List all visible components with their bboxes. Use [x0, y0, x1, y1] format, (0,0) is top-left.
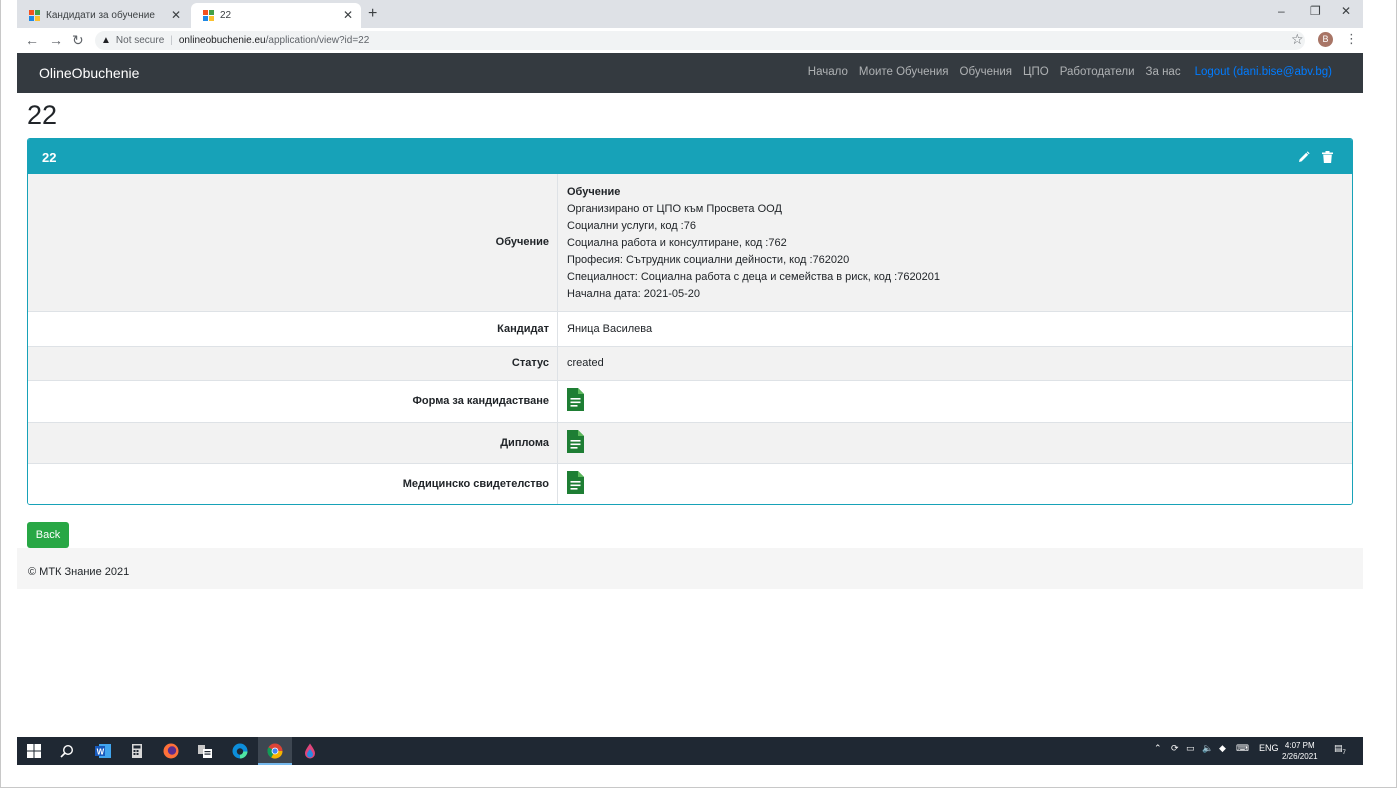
training-details: Обучение Организирано от ЦПО към Просвет… — [567, 184, 940, 303]
medical-certificate-file-icon[interactable] — [567, 471, 584, 499]
warning-icon: ▲ — [101, 35, 111, 46]
search-icon[interactable] — [60, 742, 78, 760]
page-footer: © МТК Знание 2021 — [17, 548, 1363, 589]
application-form-label: Форма за кандидастване — [412, 395, 549, 407]
medical-certificate-row: Медицинско свидетелство — [28, 463, 1352, 504]
address-bar[interactable]: ▲ Not secure | onlineobuchenie.eu/applic… — [95, 31, 1305, 50]
divider: | — [170, 35, 173, 46]
page-title: 22 — [27, 100, 58, 130]
close-tab-icon[interactable]: ✕ — [343, 8, 353, 22]
browser-tab-candidates[interactable]: Кандидати за обучение ✕ — [17, 3, 189, 28]
edit-pencil-icon[interactable] — [1298, 150, 1310, 168]
firefox-icon[interactable] — [162, 742, 180, 760]
drop-app-icon[interactable] — [301, 742, 319, 760]
word-app-icon[interactable]: W — [94, 742, 112, 760]
clock-date: 2/26/2021 — [1282, 752, 1318, 761]
url-host: onlineobuchenie.eu — [178, 35, 266, 46]
site-navbar: OlineObuchenie Начало Моите Обучения Обу… — [17, 53, 1363, 93]
browser-toolbar: ← → ↻ ▲ Not secure | onlineobuchenie.eu /… — [17, 28, 1363, 54]
nav-link-cpo[interactable]: ЦПО — [1023, 66, 1049, 78]
svg-text:W: W — [97, 747, 105, 756]
card-header: 22 — [28, 139, 1352, 174]
browser-tab-active[interactable]: 22 ✕ — [191, 3, 361, 28]
nav-link-about[interactable]: За нас — [1146, 66, 1181, 78]
training-field: Социална работа и консултиране, код :762 — [567, 237, 787, 249]
nav-link-my-trainings[interactable]: Моите Обучения — [859, 66, 949, 78]
application-form-row: Форма за кандидастване — [28, 380, 1352, 422]
security-status: Not secure — [115, 35, 165, 46]
diploma-label: Диплома — [500, 437, 549, 449]
divider — [557, 347, 558, 380]
training-row: Обучение Обучение Организирано от ЦПО къ… — [28, 174, 1352, 311]
application-form-file-icon[interactable] — [567, 388, 584, 416]
language-indicator[interactable]: ENG — [1259, 743, 1279, 753]
training-title: Обучение — [567, 186, 621, 198]
candidate-label: Кандидат — [497, 323, 549, 335]
status-row: Статус created — [28, 346, 1352, 380]
site-favicon-icon — [29, 10, 40, 21]
training-specialty: Специалност: Социална работа с деца и се… — [567, 271, 941, 283]
taskbar-clock[interactable]: 4:07 PM 2/26/2021 — [1282, 740, 1318, 762]
divider — [557, 464, 558, 504]
browser-menu-icon[interactable]: ⋮ — [1345, 31, 1358, 47]
clock-time: 4:07 PM — [1284, 741, 1315, 750]
windows-taskbar: W ⌃ ⟳ ▭ 🔈 ◆ ⌨ ENG 4:07 PM 2/26/2021 ▤7 — [17, 737, 1363, 765]
back-button[interactable]: Back — [27, 522, 69, 548]
new-tab-icon[interactable]: + — [368, 5, 377, 23]
forward-arrow-icon[interactable]: → — [49, 32, 63, 48]
candidate-row: Кандидат Яница Василева — [28, 311, 1352, 346]
logout-link[interactable]: Logout (dani.bise@abv.bg) — [1195, 66, 1332, 78]
application-card: 22 Обучение Обучение Организирано от ЦПО… — [27, 138, 1353, 505]
site-favicon-icon — [203, 10, 214, 21]
nav-link-employers[interactable]: Работодатели — [1060, 66, 1135, 78]
medical-certificate-label: Медицинско свидетелство — [402, 478, 549, 490]
tray-shield-icon[interactable]: ◆ — [1219, 743, 1226, 754]
chrome-icon[interactable] — [266, 742, 284, 760]
diploma-row: Диплома — [28, 422, 1352, 463]
bookmark-star-icon[interactable]: ☆ — [1291, 31, 1304, 48]
site-brand[interactable]: OlineObuchenie — [39, 65, 139, 81]
tray-sync-icon[interactable]: ⟳ — [1171, 743, 1179, 754]
status-value: created — [567, 357, 604, 369]
notifications-icon[interactable]: ▤7 — [1334, 743, 1346, 756]
candidate-value: Яница Василева — [567, 323, 653, 335]
file-manager-icon[interactable] — [196, 742, 214, 760]
tab-title: Кандидати за обучение — [46, 10, 155, 21]
card-title: 22 — [42, 150, 57, 165]
tab-title: 22 — [220, 10, 232, 21]
tray-network-icon[interactable]: ▭ — [1186, 743, 1195, 754]
divider — [557, 312, 558, 346]
status-label: Статус — [511, 357, 549, 369]
tray-chevron-up-icon[interactable]: ⌃ — [1154, 743, 1162, 754]
edge-browser-icon[interactable] — [231, 742, 249, 760]
restore-icon[interactable]: ❐ — [1310, 4, 1321, 18]
profile-avatar[interactable]: B — [1318, 32, 1333, 47]
training-area: Социални услуги, код :76 — [567, 220, 696, 232]
nav-link-home[interactable]: Начало — [808, 66, 848, 78]
training-organizer: Организирано от ЦПО към Просвета ООД — [567, 203, 782, 215]
url-path: /application/view?id=22 — [265, 35, 370, 46]
divider — [557, 174, 558, 311]
copyright-text: © МТК Знание 2021 — [28, 566, 130, 578]
notification-count: 7 — [1342, 749, 1346, 756]
divider — [557, 381, 558, 422]
training-label: Обучение — [495, 236, 549, 248]
delete-trash-icon[interactable] — [1322, 150, 1333, 168]
nav-link-trainings[interactable]: Обучения — [960, 66, 1012, 78]
diploma-file-icon[interactable] — [567, 430, 584, 458]
windows-start-icon[interactable] — [27, 742, 45, 760]
browser-tab-strip: Кандидати за обучение ✕ 22 ✕ + – ❐ ✕ — [17, 0, 1363, 28]
minimize-icon[interactable]: – — [1278, 4, 1285, 18]
close-window-icon[interactable]: ✕ — [1341, 4, 1351, 18]
tray-volume-icon[interactable]: 🔈 — [1202, 743, 1213, 754]
calculator-icon[interactable] — [128, 742, 146, 760]
nav-menu: Начало Моите Обучения Обучения ЦПО Работ… — [808, 66, 1332, 78]
close-tab-icon[interactable]: ✕ — [171, 8, 181, 22]
training-start-date: Начална дата: 2021-05-20 — [567, 288, 701, 300]
reload-icon[interactable]: ↻ — [72, 32, 84, 49]
tray-keyboard-icon[interactable]: ⌨ — [1236, 743, 1249, 754]
back-arrow-icon[interactable]: ← — [25, 32, 39, 48]
training-profession: Професия: Сътрудник социални дейности, к… — [567, 254, 850, 266]
divider — [557, 423, 558, 463]
